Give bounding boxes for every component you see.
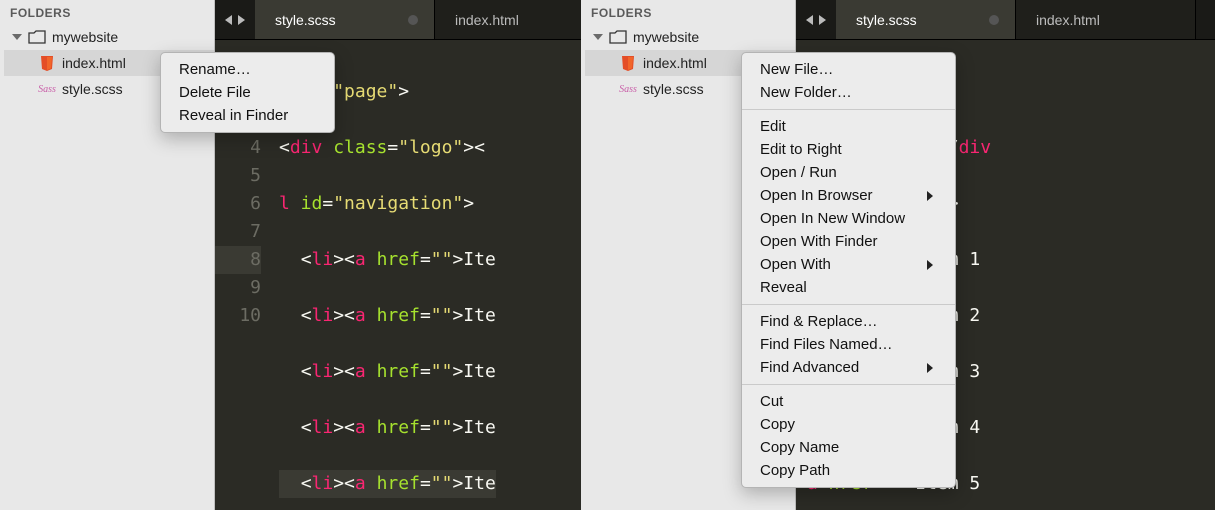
ctx-rename[interactable]: Rename… — [161, 58, 334, 81]
tree-file-label: style.scss — [62, 81, 123, 97]
context-menu-long: New File… New Folder… Edit Edit to Right… — [741, 52, 956, 488]
ctx-copy-name[interactable]: Copy Name — [742, 436, 955, 459]
tree-file-label: style.scss — [643, 81, 704, 97]
ctx-separator — [742, 304, 955, 305]
tree-file-label: index.html — [643, 55, 707, 71]
tree-folder-label: mywebsite — [633, 29, 699, 45]
folder-icon — [28, 29, 46, 45]
tree-folder-root[interactable]: mywebsite — [585, 24, 795, 50]
ctx-open-in-browser[interactable]: Open In Browser — [742, 184, 955, 207]
html5-icon — [38, 55, 56, 71]
ctx-delete-file[interactable]: Delete File — [161, 81, 334, 104]
disclosure-triangle-icon[interactable] — [593, 34, 603, 40]
ctx-separator — [742, 384, 955, 385]
ctx-reveal[interactable]: Reveal — [742, 276, 955, 299]
ctx-find-replace[interactable]: Find & Replace… — [742, 310, 955, 333]
tab-close-icon[interactable] — [989, 15, 999, 25]
ctx-open-with[interactable]: Open With — [742, 253, 955, 276]
tab-history-nav[interactable] — [215, 0, 255, 39]
tab-close-icon[interactable] — [408, 15, 418, 25]
ctx-reveal-in-finder[interactable]: Reveal in Finder — [161, 104, 334, 127]
ctx-open-in-new-window[interactable]: Open In New Window — [742, 207, 955, 230]
tree-folder-label: mywebsite — [52, 29, 118, 45]
back-icon[interactable] — [225, 15, 232, 25]
ctx-copy-path[interactable]: Copy Path — [742, 459, 955, 482]
back-icon[interactable] — [806, 15, 813, 25]
ctx-edit[interactable]: Edit — [742, 115, 955, 138]
folder-icon — [609, 29, 627, 45]
ctx-find-files-named[interactable]: Find Files Named… — [742, 333, 955, 356]
tree-file-label: index.html — [62, 55, 126, 71]
submenu-arrow-icon — [927, 363, 933, 373]
sass-icon: Sass — [38, 81, 56, 97]
tab-history-nav[interactable] — [796, 0, 836, 39]
submenu-arrow-icon — [927, 191, 933, 201]
html5-icon — [619, 55, 637, 71]
tab-label: style.scss — [856, 12, 917, 28]
tab-style[interactable]: style.scss — [836, 0, 1016, 39]
tab-style[interactable]: style.scss — [255, 0, 435, 39]
submenu-arrow-icon — [927, 260, 933, 270]
sass-icon: Sass — [619, 81, 637, 97]
ctx-open-run[interactable]: Open / Run — [742, 161, 955, 184]
tab-label: index.html — [455, 12, 519, 28]
tab-bar: style.scss index.html — [215, 0, 581, 40]
sidebar-header: FOLDERS — [0, 0, 214, 24]
ctx-new-file[interactable]: New File… — [742, 58, 955, 81]
tab-bar: style.scss index.html — [796, 0, 1215, 40]
forward-icon[interactable] — [238, 15, 245, 25]
ctx-open-with-finder[interactable]: Open With Finder — [742, 230, 955, 253]
tab-label: style.scss — [275, 12, 336, 28]
tab-label: index.html — [1036, 12, 1100, 28]
context-menu-short: Rename… Delete File Reveal in Finder — [160, 52, 335, 133]
ctx-separator — [742, 109, 955, 110]
tab-index[interactable]: index.html — [1016, 0, 1196, 39]
ctx-copy[interactable]: Copy — [742, 413, 955, 436]
forward-icon[interactable] — [819, 15, 826, 25]
sidebar-header: FOLDERS — [581, 0, 795, 24]
disclosure-triangle-icon[interactable] — [12, 34, 22, 40]
ctx-cut[interactable]: Cut — [742, 390, 955, 413]
ctx-find-advanced[interactable]: Find Advanced — [742, 356, 955, 379]
ctx-new-folder[interactable]: New Folder… — [742, 81, 955, 104]
ctx-edit-to-right[interactable]: Edit to Right — [742, 138, 955, 161]
tree-folder-root[interactable]: mywebsite — [4, 24, 214, 50]
